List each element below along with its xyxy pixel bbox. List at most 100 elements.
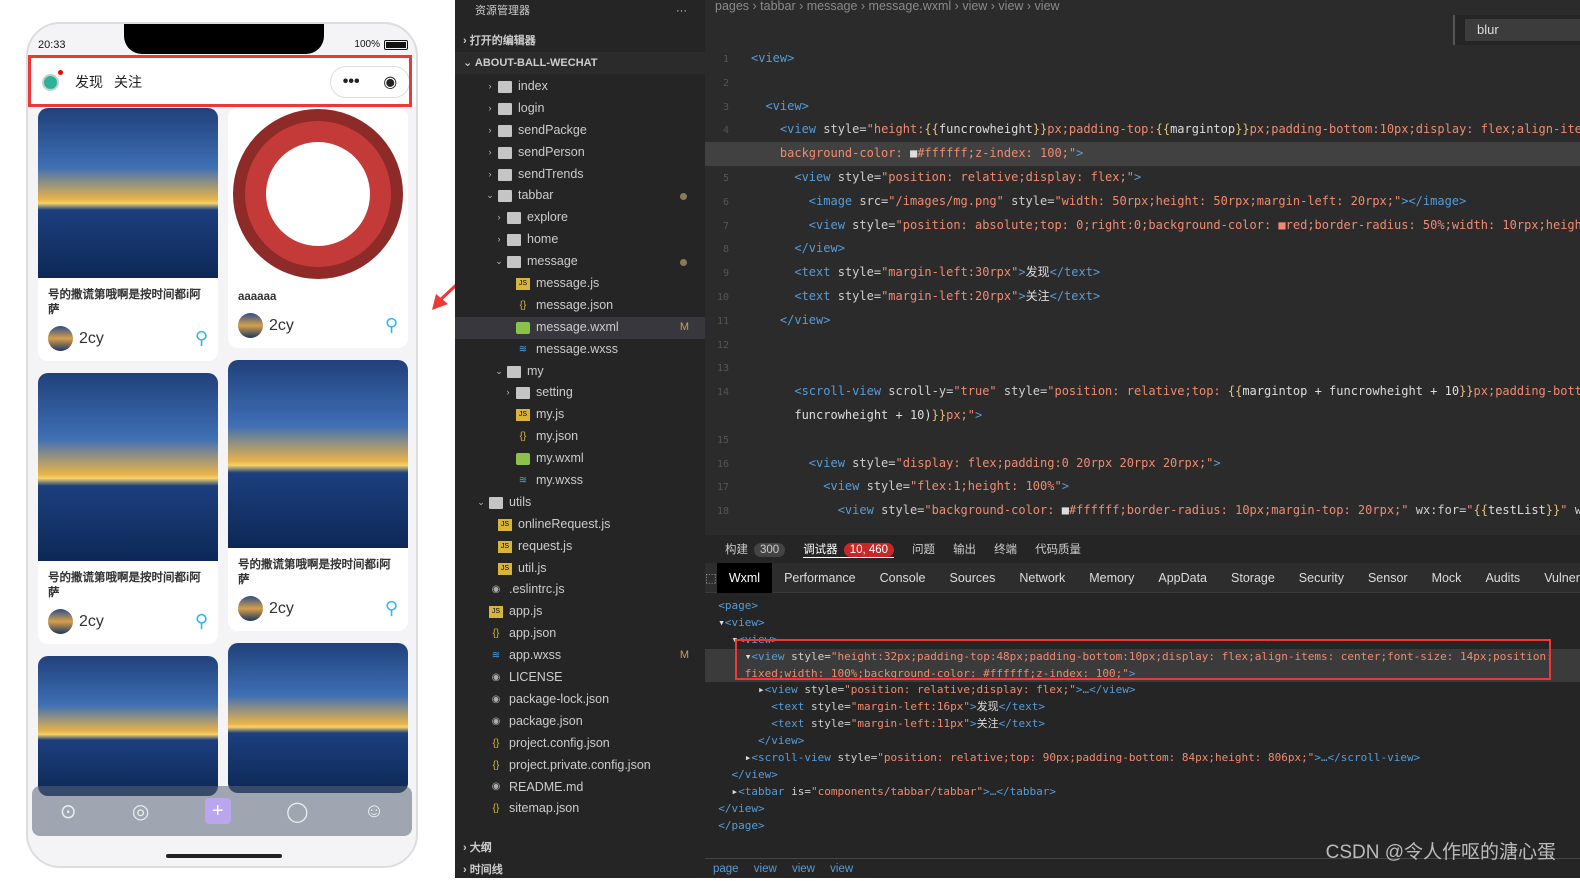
compass-icon[interactable]: ◎	[132, 799, 149, 824]
post-image[interactable]	[228, 643, 408, 793]
smile-icon[interactable]: ☺	[364, 800, 384, 823]
post-image[interactable]	[38, 373, 218, 561]
dom-node[interactable]: ▾<view>	[705, 615, 1580, 632]
devtools-tab-vulnerability[interactable]: Vulnerability	[1532, 563, 1580, 593]
tree-item-index[interactable]: › index	[455, 76, 705, 98]
find-input[interactable]: blur	[1465, 19, 1580, 41]
code-line[interactable]: 5 <view style="position: relative;displa…	[705, 166, 1580, 190]
code-line[interactable]: 17 <view style="flex:1;height: 100%">	[705, 475, 1580, 499]
code-line[interactable]: 13	[705, 356, 1580, 380]
tree-item-my-wxss[interactable]: ≋ my.wxss	[455, 470, 705, 492]
avatar[interactable]	[48, 609, 73, 634]
tree-item-message[interactable]: ⌄ message	[455, 251, 705, 273]
dom-node[interactable]: ▸<view style="position: relative;display…	[705, 682, 1580, 699]
feed-card[interactable]: 号的撒谎第哦啊是按时间都i阿萨 2cy ⚲	[228, 360, 408, 631]
devtools-tab-audits[interactable]: Audits	[1473, 563, 1532, 593]
feed-card[interactable]: 号的撒谎第哦啊是按时间都i阿萨 2cy ⚲	[38, 373, 218, 644]
dom-node[interactable]: </view>	[705, 801, 1580, 818]
code-line[interactable]: 3 <view>	[705, 95, 1580, 119]
panel-tab-0[interactable]: 构建 300	[725, 541, 786, 557]
avatar[interactable]	[238, 596, 263, 621]
wxml-dom-tree[interactable]: <page> ▾<view> ▾<view> ▾<view style="hei…	[705, 593, 1580, 834]
panel-tab-5[interactable]: 代码质量	[1035, 541, 1081, 557]
dom-node[interactable]: <text style="margin-left:16px">发现</text>	[705, 699, 1580, 716]
devtools-tab-network[interactable]: Network	[1007, 563, 1077, 593]
tree-item-license[interactable]: ◉ LICENSE	[455, 667, 705, 689]
devtools-tab-storage[interactable]: Storage	[1219, 563, 1287, 593]
tree-item-message-json[interactable]: {} message.json	[455, 295, 705, 317]
tree-item-my-js[interactable]: JS my.js	[455, 404, 705, 426]
tree-item-sitemap-json[interactable]: {} sitemap.json	[455, 798, 705, 820]
tree-item-app-wxss[interactable]: ≋ app.wxss M	[455, 645, 705, 667]
post-image[interactable]	[38, 656, 218, 796]
code-line[interactable]: 16 <view style="display: flex;padding:0 …	[705, 452, 1580, 476]
code-line[interactable]: 18 <view style="background-color: ■#ffff…	[705, 499, 1580, 523]
tree-item-message-js[interactable]: JS message.js	[455, 273, 705, 295]
devtools-tab-performance[interactable]: Performance	[772, 563, 868, 593]
tree-item-home[interactable]: › home	[455, 229, 705, 251]
location-pin-icon[interactable]: ⚲	[195, 611, 208, 632]
tree-item-explore[interactable]: › explore	[455, 207, 705, 229]
tree-item-message-wxss[interactable]: ≋ message.wxss	[455, 339, 705, 361]
devtools-tab-sources[interactable]: Sources	[938, 563, 1008, 593]
tree-item-setting[interactable]: › setting	[455, 382, 705, 404]
code-line[interactable]: 2	[705, 71, 1580, 95]
inspect-icon[interactable]: ⬚	[705, 570, 717, 585]
tree-item-my-json[interactable]: {} my.json	[455, 426, 705, 448]
tree-item-app-js[interactable]: JS app.js	[455, 601, 705, 623]
devtools-tab-appdata[interactable]: AppData	[1146, 563, 1219, 593]
breadcrumb[interactable]: pages › tabbar › message › message.wxml …	[705, 0, 1580, 14]
tree-item-my-wxml[interactable]: my.wxml	[455, 448, 705, 470]
location-pin-icon[interactable]: ⚲	[385, 315, 398, 336]
tree-item-readme-md[interactable]: ◉ README.md	[455, 777, 705, 799]
feed-card[interactable]	[228, 643, 408, 793]
code-line[interactable]: 12	[705, 333, 1580, 357]
devtools-tab-mock[interactable]: Mock	[1420, 563, 1474, 593]
feed-card[interactable]: aaaaaa 2cy ⚲	[228, 108, 408, 348]
tree-item--eslintrc-js[interactable]: ◉ .eslintrc.js	[455, 579, 705, 601]
tree-item-package-json[interactable]: ◉ package.json	[455, 711, 705, 733]
dom-node[interactable]: <page>	[705, 598, 1580, 615]
devtools-tab-sensor[interactable]: Sensor	[1356, 563, 1420, 593]
add-icon[interactable]: +	[204, 798, 231, 824]
dom-node[interactable]: </view>	[705, 733, 1580, 750]
tree-item-tabbar[interactable]: ⌄ tabbar	[455, 185, 705, 207]
tree-item-sendtrends[interactable]: › sendTrends	[455, 164, 705, 186]
code-line[interactable]: funcrowheight + 10)}}px;">	[705, 404, 1580, 428]
code-line[interactable]: 7 <view style="position: absolute;top: 0…	[705, 214, 1580, 238]
devtools-tab-security[interactable]: Security	[1287, 563, 1356, 593]
code-line[interactable]: background-color: ■#ffffff;z-index: 100;…	[705, 142, 1580, 166]
code-line[interactable]: 11 </view>	[705, 309, 1580, 333]
code-line[interactable]: 9 <text style="margin-left:30rpx">发现</te…	[705, 261, 1580, 285]
devtools-tab-wxml[interactable]: Wxml	[716, 562, 773, 593]
dom-node[interactable]: </page>	[705, 818, 1580, 835]
code-line[interactable]: 8 </view>	[705, 237, 1580, 261]
dom-node[interactable]: ▸<scroll-view style="position: relative;…	[705, 750, 1580, 767]
tree-item-login[interactable]: › login	[455, 98, 705, 120]
tree-item-sendperson[interactable]: › sendPerson	[455, 142, 705, 164]
panel-tab-3[interactable]: 输出	[953, 541, 976, 557]
location-pin-icon[interactable]: ⚲	[385, 598, 398, 619]
map-pin-icon[interactable]: ⊙	[60, 799, 77, 824]
tree-item-message-wxml[interactable]: message.wxml M	[455, 316, 705, 339]
code-line[interactable]: 15	[705, 428, 1580, 452]
more-actions-icon[interactable]: ···	[676, 0, 687, 22]
avatar[interactable]	[48, 326, 73, 351]
tree-item-sendpackge[interactable]: › sendPackge	[455, 120, 705, 142]
feed-card[interactable]	[38, 656, 218, 796]
panel-tab-2[interactable]: 问题	[912, 541, 935, 557]
panel-tab-1[interactable]: 调试器 10, 460	[803, 541, 895, 558]
dom-node[interactable]: ▸<tabbar is="components/tabbar/tabbar">……	[705, 784, 1580, 801]
location-pin-icon[interactable]: ⚲	[195, 328, 208, 349]
tree-item-project-config-json[interactable]: {} project.config.json	[455, 733, 705, 755]
feed-card[interactable]: 号的撒谎第哦啊是按时间都i阿萨 2cy ⚲	[38, 108, 218, 361]
code-line[interactable]: 14 <scroll-view scroll-y="true" style="p…	[705, 380, 1580, 404]
code-line[interactable]: 6 <image src="/images/mg.png" style="wid…	[705, 190, 1580, 214]
post-image[interactable]	[38, 108, 218, 278]
tree-item-request-js[interactable]: JS request.js	[455, 536, 705, 558]
code-line[interactable]: 10 <text style="margin-left:20rpx">关注</t…	[705, 285, 1580, 309]
code-lines[interactable]: 1 <view> 2 3 <view> 4 <view style="height:{{…	[705, 47, 1580, 523]
open-editors-section[interactable]: › 打开的编辑器	[455, 30, 705, 52]
dom-node[interactable]: </view>	[705, 767, 1580, 784]
code-line[interactable]: 1 <view>	[705, 47, 1580, 71]
